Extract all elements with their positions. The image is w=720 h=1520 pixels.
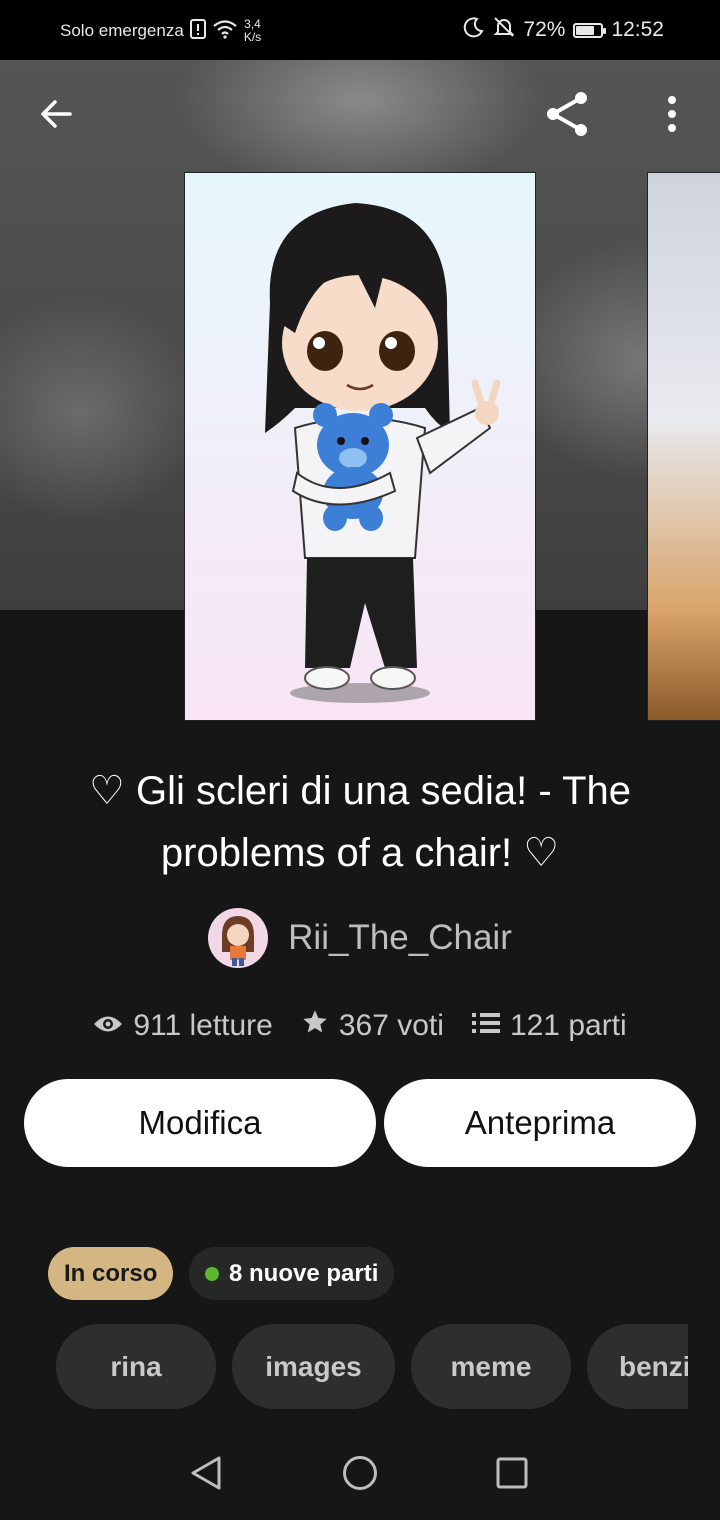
preview-button[interactable]: Anteprima [384,1079,696,1167]
share-icon [543,90,591,143]
story-stats: 911 letture 367 voti 121 parti [0,1008,720,1044]
arrow-left-icon [38,96,74,137]
more-vertical-icon [666,95,678,137]
tag-list: rina images meme benzi [0,1324,688,1409]
new-parts-dot-icon [205,1266,219,1281]
status-right: 72% 12:52 [463,16,664,44]
tag-chip[interactable]: images [232,1324,395,1409]
next-story-cover[interactable] [647,172,720,721]
story-cover[interactable] [184,172,536,721]
battery-percent: 72% [523,18,566,41]
eye-icon [93,1009,123,1043]
parts-stat: 121 parti [471,1008,627,1044]
author-name[interactable]: Rii_The_Chair [288,918,512,958]
bell-off-icon [493,16,515,44]
system-nav-bar [0,1430,720,1520]
moon-icon [463,16,485,44]
status-left: Solo emergenza 3,4 K/s [60,18,261,44]
battery-icon [573,22,607,38]
square-recents-icon [496,1457,528,1494]
clock: 12:52 [611,18,664,41]
tag-chip[interactable]: benzi [587,1324,688,1409]
status-badge-label: In corso [64,1259,158,1287]
status-bar: Solo emergenza 3,4 K/s 72% 12:52 [0,0,720,60]
tag-chip[interactable]: rina [56,1324,216,1409]
list-icon [471,1009,500,1043]
cover-illustration [265,203,501,703]
back-button[interactable] [32,88,80,144]
status-badge: In corso [48,1247,174,1300]
nav-recents-button[interactable] [472,1430,552,1520]
author-row[interactable]: Rii_The_Chair [0,908,720,968]
triangle-back-icon [189,1455,223,1496]
new-parts-badge: 8 nuove parti [189,1247,395,1300]
battery-fill [576,25,594,35]
nav-back-button[interactable] [166,1430,246,1520]
sim-alert-icon [189,18,206,44]
more-options-button[interactable] [648,88,696,144]
wifi-icon [212,19,238,44]
votes-count: 367 voti [338,1009,444,1042]
reads-count: 911 letture [133,1009,273,1042]
story-title: ♡ Gli scleri di una sedia! - The problem… [88,769,631,875]
share-button[interactable] [543,88,591,144]
nav-home-button[interactable] [320,1430,400,1520]
network-speed-unit: K/s [243,30,262,44]
circle-home-icon [342,1455,378,1496]
network-speed: 3,4 K/s [244,18,261,44]
votes-stat: 367 voti [301,1008,444,1044]
parts-count: 121 parti [509,1009,627,1042]
star-icon [301,1008,329,1044]
tag-chip[interactable]: meme [411,1324,571,1409]
carrier-text: Solo emergenza [60,21,184,40]
reads-stat: 911 letture [93,1008,273,1044]
avatar[interactable] [208,908,269,968]
new-parts-label: 8 nuove parti [229,1259,379,1287]
edit-button[interactable]: Modifica [24,1079,376,1167]
